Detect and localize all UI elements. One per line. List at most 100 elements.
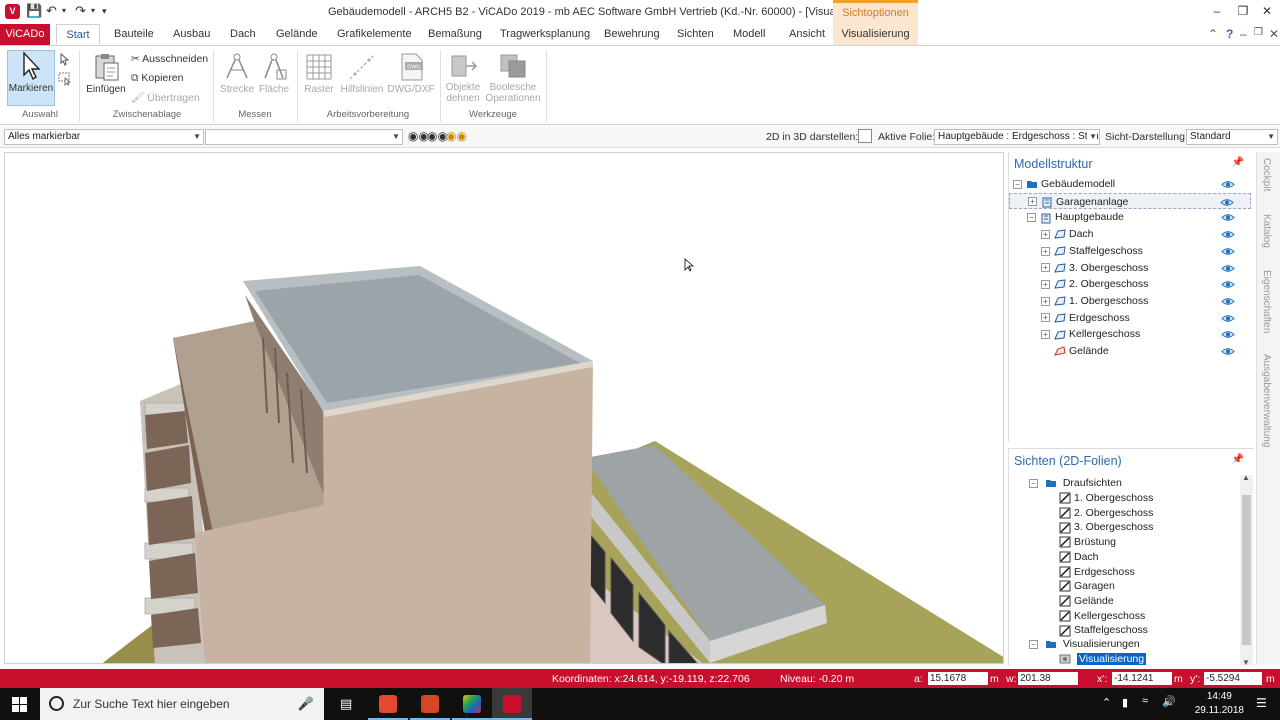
tree-item[interactable]: + Garagenanlage xyxy=(1009,192,1251,209)
tab-modell[interactable]: Modell xyxy=(733,24,765,45)
uebertragen-button[interactable]: 🖌 Übertragen xyxy=(131,91,200,104)
visibility-eye-icon[interactable] xyxy=(1221,247,1235,256)
visibility-eye-icon[interactable] xyxy=(1221,264,1235,273)
task-view-button[interactable]: ▤ xyxy=(326,688,366,720)
dwg-dxf-button[interactable]: DWG DWG/DXF xyxy=(386,52,436,95)
visibility-eye-icon[interactable] xyxy=(1221,314,1235,323)
scroll-down-icon[interactable]: ▼ xyxy=(1242,658,1250,667)
tab-grafikelemente[interactable]: Grafikelemente xyxy=(337,24,412,45)
collapse-icon[interactable]: − xyxy=(1029,478,1038,488)
view-list-item[interactable]: Gelände xyxy=(1059,593,1114,609)
strecke-button[interactable]: Strecke xyxy=(218,52,256,95)
taskbar-app-vicado[interactable] xyxy=(492,688,532,720)
objekte-dehnen-button[interactable]: Objekte dehnen xyxy=(444,52,482,104)
view-list-item[interactable]: 1. Obergeschoss xyxy=(1059,490,1153,506)
taskbar-clock[interactable]: 14:49 29.11.2018 xyxy=(1195,690,1244,718)
binoculars-highlight-icon[interactable]: ◉◉ xyxy=(446,129,467,143)
tree-item[interactable]: + Kellergeschoss xyxy=(1009,326,1251,342)
minimize-icon[interactable]: – xyxy=(1207,4,1227,18)
pin-icon[interactable]: 📌 xyxy=(1232,454,1244,465)
tree-item[interactable]: − Gebäudemodell xyxy=(1009,176,1251,192)
ausschneiden-button[interactable]: ✂ Ausschneiden xyxy=(131,53,208,65)
tree-item[interactable]: + Staffelgeschoss xyxy=(1009,243,1251,259)
customize-quick-access-icon[interactable]: ▾ xyxy=(102,3,107,19)
view-list-item[interactable]: 3. Obergeschoss xyxy=(1059,519,1153,535)
tab-dach[interactable]: Dach xyxy=(230,24,256,45)
select-window-icon[interactable] xyxy=(58,72,72,86)
redo-dropdown-icon[interactable]: ▾ xyxy=(91,3,95,19)
view-display-select[interactable]: Standard ▼ xyxy=(1186,129,1278,145)
visibility-eye-icon[interactable] xyxy=(1221,230,1235,239)
tab-ausbau[interactable]: Ausbau xyxy=(173,24,210,45)
view-list-item[interactable]: 2. Obergeschoss xyxy=(1059,505,1153,521)
visibility-eye-icon[interactable] xyxy=(1221,280,1235,289)
tab-gelaende[interactable]: Gelände xyxy=(276,24,318,45)
pin-icon[interactable]: 📌 xyxy=(1232,157,1244,168)
x-input[interactable]: -14.1241 xyxy=(1112,672,1172,685)
secondary-filter-select[interactable]: ▼ xyxy=(205,129,403,145)
wifi-icon[interactable]: ≈ xyxy=(1142,695,1148,707)
maximize-icon[interactable]: ❐ xyxy=(1233,4,1253,18)
windows-start-icon[interactable] xyxy=(12,697,27,712)
boolesche-operationen-button[interactable]: Boolesche Operationen xyxy=(484,52,542,104)
side-tab-eigenschaften[interactable]: Eigenschaften xyxy=(1261,270,1272,333)
help-icon[interactable]: ? xyxy=(1226,27,1233,41)
expand-icon[interactable]: + xyxy=(1041,296,1050,306)
scroll-thumb[interactable] xyxy=(1242,495,1251,645)
tab-sichten[interactable]: Sichten xyxy=(677,24,714,45)
side-tab-katalog[interactable]: Katalog xyxy=(1261,214,1272,248)
tree-item[interactable]: − Hauptgebaude xyxy=(1009,209,1251,225)
search-binoculars-icon[interactable]: ◉◉ xyxy=(427,129,448,143)
view-list-item[interactable]: Erdgeschoss xyxy=(1059,564,1135,580)
tree-item[interactable]: +1. Obergeschoss xyxy=(1009,293,1251,309)
child-restore-icon[interactable]: ❐ xyxy=(1254,27,1263,38)
notifications-icon[interactable]: ☰ xyxy=(1256,696,1267,710)
microphone-icon[interactable]: 🎤 xyxy=(298,688,314,720)
y-input[interactable]: -5.5294 xyxy=(1204,672,1262,685)
taskbar-app-graphics[interactable] xyxy=(452,688,492,720)
tree-item[interactable]: + Dach xyxy=(1009,226,1251,242)
tree-item[interactable]: +3. Obergeschoss xyxy=(1009,260,1251,276)
undo-icon[interactable]: ↶ xyxy=(46,3,57,19)
tree-item-visualisierung[interactable]: Visualisierung xyxy=(1059,651,1147,667)
battery-icon[interactable]: ▮ xyxy=(1122,696,1128,709)
expand-icon[interactable]: + xyxy=(1041,229,1050,239)
close-icon[interactable]: ✕ xyxy=(1257,4,1277,18)
a-input[interactable]: 15.1678 xyxy=(928,672,988,685)
child-minimize-icon[interactable]: – xyxy=(1240,27,1247,41)
3d-viewport[interactable] xyxy=(4,152,1004,664)
expand-icon[interactable]: + xyxy=(1028,197,1037,207)
scroll-up-icon[interactable]: ▲ xyxy=(1242,473,1250,482)
expand-icon[interactable]: + xyxy=(1041,246,1050,256)
tab-ansicht[interactable]: Ansicht xyxy=(789,24,825,45)
tray-overflow-icon[interactable]: ⌃ xyxy=(1102,696,1111,709)
tree-item[interactable]: +2. Obergeschoss xyxy=(1009,276,1251,292)
selection-filter-select[interactable]: Alles markierbar ▼ xyxy=(4,129,204,145)
expand-icon[interactable]: + xyxy=(1041,330,1050,340)
tab-bemassung[interactable]: Bemaßung xyxy=(428,24,482,45)
tab-start[interactable]: Start xyxy=(56,24,100,45)
expand-icon[interactable]: + xyxy=(1041,313,1050,323)
collapse-icon[interactable]: − xyxy=(1013,179,1022,189)
view-list-item[interactable]: Garagen xyxy=(1059,578,1115,594)
tab-bewehrung[interactable]: Bewehrung xyxy=(604,24,660,45)
save-icon[interactable]: 💾 xyxy=(26,3,42,19)
visibility-eye-icon[interactable] xyxy=(1221,213,1235,222)
tab-vicado-menu[interactable]: ViCADo xyxy=(0,24,50,45)
visibility-eye-icon[interactable] xyxy=(1221,180,1235,189)
child-close-icon[interactable]: ✕ xyxy=(1269,27,1279,41)
flaeche-button[interactable]: Fläche xyxy=(256,52,292,95)
hilfslinien-button[interactable]: Hilfslinien xyxy=(338,52,386,95)
undo-dropdown-icon[interactable]: ▾ xyxy=(62,3,66,19)
expand-icon[interactable]: + xyxy=(1041,279,1050,289)
tree-item[interactable]: Gelände xyxy=(1009,343,1251,359)
expand-icon[interactable]: + xyxy=(1041,263,1050,273)
active-layer-select[interactable]: Hauptgebäude : Erdgeschoss : Standard ▼ xyxy=(934,129,1100,145)
visibility-eye-icon[interactable] xyxy=(1221,297,1235,306)
taskbar-app-powerpoint[interactable] xyxy=(410,688,450,720)
collapse-icon[interactable]: − xyxy=(1029,639,1038,649)
markieren-button[interactable]: Markieren xyxy=(7,50,55,106)
visibility-eye-icon[interactable] xyxy=(1220,198,1234,207)
w-input[interactable]: 201.38 xyxy=(1018,672,1078,685)
view-list-item[interactable]: Kellergeschoss xyxy=(1059,608,1145,624)
